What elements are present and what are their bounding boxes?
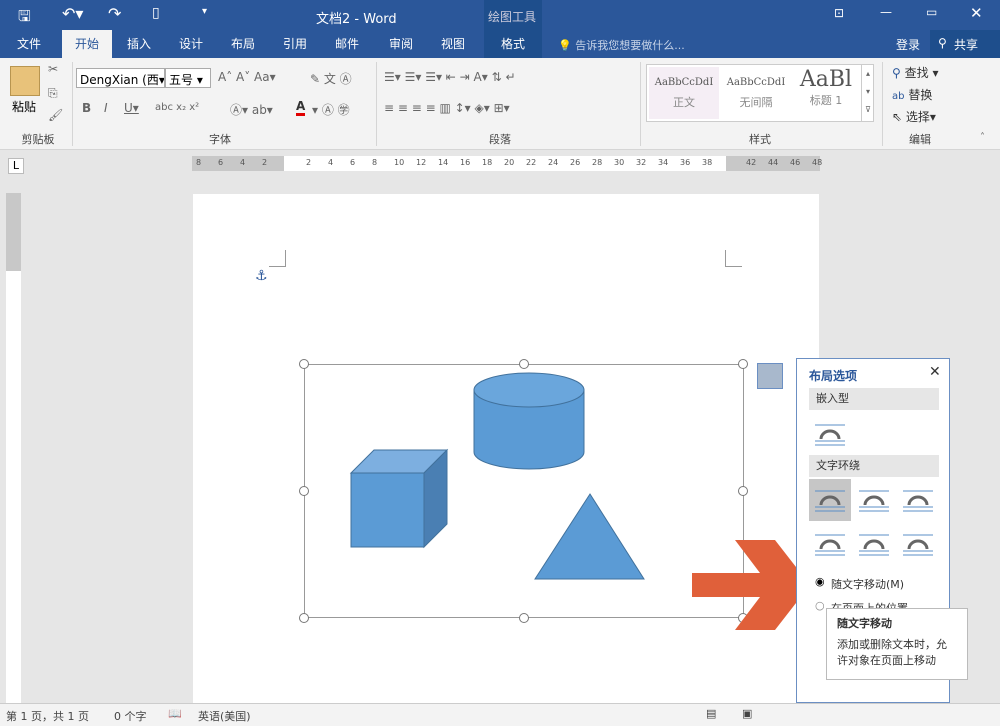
wrap-glyph — [859, 534, 889, 556]
wrap-glyph — [903, 490, 933, 512]
move-with-text-label: 随文字移动(M) — [831, 578, 905, 591]
wrap-square-icon[interactable] — [809, 479, 851, 521]
wrap-glyph — [815, 424, 845, 446]
panel-title: 布局选项 — [809, 369, 858, 383]
page-count[interactable]: 第 1 页，共 1 页 — [6, 708, 89, 724]
wrap-front-text-icon[interactable] — [897, 523, 939, 565]
fix-position-radio[interactable]: ○ — [815, 599, 825, 612]
word-count[interactable]: 0 个字 — [114, 708, 147, 724]
red-arrow-annotation — [692, 540, 810, 630]
wrap-glyph — [903, 534, 933, 556]
tooltip-body: 添加或删除文本时，允许对象在页面上移动 — [837, 638, 947, 667]
wrap-top-bottom-icon[interactable] — [809, 523, 851, 565]
tooltip: 随文字移动 添加或删除文本时，允许对象在页面上移动 — [826, 608, 968, 680]
close-icon[interactable]: ✕ — [929, 364, 941, 380]
wrap-glyph — [859, 490, 889, 512]
inline-section-header: 嵌入型 — [809, 388, 939, 410]
status-bar: 第 1 页，共 1 页 0 个字 📖 英语(美国) ▤ ▣ — [0, 703, 1000, 726]
triangle-shape[interactable] — [534, 493, 645, 580]
language[interactable]: 英语(美国) — [198, 708, 251, 724]
read-mode-icon[interactable]: ▤ — [706, 707, 716, 720]
wrap-inline-icon[interactable] — [809, 413, 851, 455]
move-with-text-radio[interactable]: ◉ — [815, 575, 825, 588]
wrap-glyph — [815, 534, 845, 556]
wrap-section-header: 文字环绕 — [809, 455, 939, 477]
proofing-icon[interactable]: 📖 — [168, 707, 182, 720]
tooltip-title: 随文字移动 — [837, 617, 892, 630]
cylinder-shape[interactable] — [473, 372, 585, 470]
wrap-through-icon[interactable] — [897, 479, 939, 521]
wrap-glyph — [815, 490, 845, 512]
cube-shape[interactable] — [349, 448, 449, 549]
layout-options-button[interactable] — [757, 363, 783, 389]
wrap-behind-text-icon[interactable] — [853, 523, 895, 565]
wrap-tight-icon[interactable] — [853, 479, 895, 521]
print-layout-icon[interactable]: ▣ — [742, 707, 752, 720]
